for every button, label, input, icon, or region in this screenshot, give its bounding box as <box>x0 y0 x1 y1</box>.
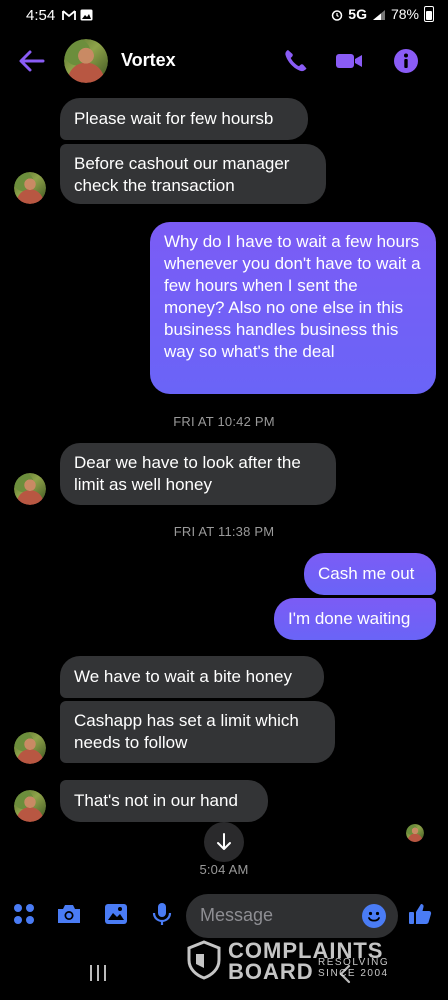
battery-icon <box>424 6 434 22</box>
status-time: 4:54 <box>26 7 56 24</box>
outgoing-message[interactable]: I'm done waiting <box>274 598 436 640</box>
thumbs-up-icon[interactable] <box>406 900 434 928</box>
contact-avatar-small[interactable] <box>14 172 46 204</box>
scroll-to-bottom-button[interactable] <box>204 822 244 862</box>
incoming-message[interactable]: Before cashout our manager check the tra… <box>60 144 326 204</box>
network-label: 5G <box>348 6 367 22</box>
camera-icon[interactable] <box>55 900 83 928</box>
outgoing-message[interactable]: Why do I have to wait a few hours whenev… <box>150 222 436 394</box>
arrow-down-icon <box>217 833 231 850</box>
message-composer: Message <box>0 892 448 940</box>
info-icon[interactable] <box>391 46 421 76</box>
contact-avatar-small[interactable] <box>14 732 46 764</box>
contact-avatar[interactable] <box>64 39 108 83</box>
apps-icon[interactable] <box>10 900 38 928</box>
timestamp: FRI AT 10:42 PM <box>173 414 275 429</box>
image-icon[interactable] <box>102 900 130 928</box>
contact-avatar-small[interactable] <box>14 790 46 822</box>
recent-apps-icon[interactable] <box>88 964 108 982</box>
watermark-subtitle: BOARD <box>228 959 314 984</box>
complaints-board-watermark: COMPLAINTS BOARD RESOLVING SINCE 2004 <box>186 938 406 984</box>
outgoing-message[interactable]: Cash me out <box>304 553 436 595</box>
back-arrow-icon[interactable] <box>18 48 46 74</box>
phone-icon[interactable] <box>281 46 311 76</box>
alarm-icon <box>331 8 343 21</box>
seen-receipt-avatar <box>406 824 424 842</box>
contact-name[interactable]: Vortex <box>121 50 176 71</box>
emoji-icon[interactable] <box>362 904 386 928</box>
watermark-tagline: RESOLVING SINCE 2004 <box>318 957 390 979</box>
incoming-message[interactable]: Cashapp has set a limit which needs to f… <box>60 701 335 763</box>
incoming-message[interactable]: Please wait for few hoursb <box>60 98 308 140</box>
contact-avatar-small[interactable] <box>14 473 46 505</box>
gallery-icon <box>80 9 93 21</box>
microphone-icon[interactable] <box>148 900 176 928</box>
incoming-message[interactable]: That's not in our hand <box>60 780 268 822</box>
timestamp: 5:04 AM <box>199 862 249 877</box>
signal-icon <box>372 8 386 20</box>
battery-percent: 78% <box>390 6 419 22</box>
message-input-placeholder[interactable]: Message <box>200 905 273 926</box>
chat-header: Vortex <box>0 30 448 92</box>
incoming-message[interactable]: Dear we have to look after the limit as … <box>60 443 336 505</box>
video-camera-icon[interactable] <box>334 46 364 76</box>
timestamp: FRI AT 11:38 PM <box>173 524 275 539</box>
shield-logo-icon <box>187 940 221 980</box>
incoming-message[interactable]: We have to wait a bite honey <box>60 656 324 698</box>
gmail-icon <box>62 9 76 21</box>
message-input-field[interactable]: Message <box>186 894 398 938</box>
status-bar: 4:54 5G 78% <box>0 0 448 30</box>
